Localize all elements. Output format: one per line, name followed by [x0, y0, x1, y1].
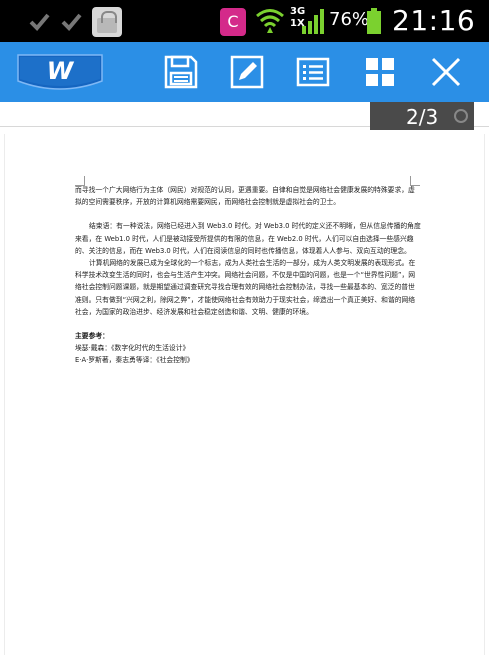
- battery-icon: [367, 8, 381, 34]
- app-notification-icon: C: [220, 8, 246, 36]
- page-number: 2/3: [406, 105, 439, 129]
- list-icon[interactable]: [295, 54, 331, 90]
- grid-icon[interactable]: [362, 54, 398, 90]
- store-notification-icon: [92, 7, 122, 37]
- logo-letter: W: [47, 57, 75, 85]
- document-body: 而寻找一个广大网络行为主体（网民）对规范的认同，更遇重要。自律和自觉是网络社会健…: [75, 184, 421, 367]
- save-icon[interactable]: [163, 54, 199, 90]
- reference-item: E·A·罗斯著，秦志勇等译：《社会控制》: [75, 356, 194, 365]
- wifi-icon: [256, 9, 284, 33]
- references-heading: 主要参考：: [75, 332, 109, 341]
- document-page[interactable]: 而寻找一个广大网络行为主体（网民）对规范的认同，更遇重要。自律和自觉是网络社会健…: [4, 134, 485, 655]
- check-icon: [61, 13, 82, 31]
- battery-percent: 76%: [329, 9, 370, 30]
- paragraph: 而寻找一个广大网络行为主体（网民）对规范的认同，更遇重要。自律和自觉是网络社会健…: [75, 186, 415, 207]
- reference-item: 埃瑟·戴森：《数字化时代的生活设计》: [75, 344, 190, 353]
- wps-logo-icon[interactable]: W: [16, 51, 104, 97]
- paragraph: 结束语：有一种说法，网络已经进入到 Web3.0 时代。对 Web3.0 时代的…: [75, 222, 421, 255]
- app-notification-letter: C: [227, 12, 239, 31]
- edit-icon[interactable]: [229, 54, 265, 90]
- signal-icon: [302, 9, 324, 34]
- check-icon: [29, 13, 50, 31]
- fit-page-icon[interactable]: [454, 109, 468, 123]
- clock: 21:16: [392, 4, 476, 37]
- status-bar: C 3G 1X 76% 21:16: [0, 0, 489, 42]
- page-indicator: 2/3: [370, 102, 474, 130]
- paragraph: 计算机网络的发展已成为全球化的一个标志，成为人类社会生活的一部分，成为人类文明发…: [75, 259, 416, 316]
